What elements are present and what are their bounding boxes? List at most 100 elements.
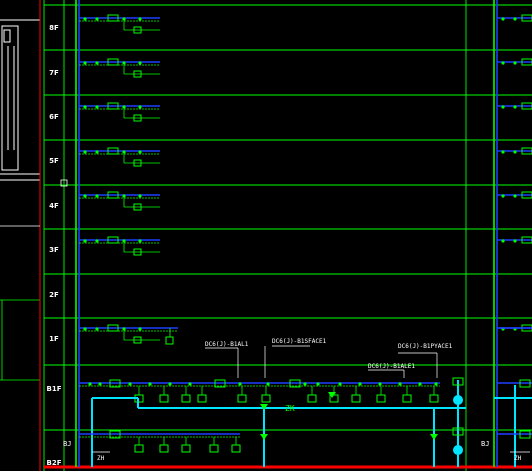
floor-label-2f: 2F (49, 291, 59, 299)
device-dot (83, 194, 87, 198)
device-box (197, 394, 207, 403)
floor-string (79, 58, 532, 78)
device-dot (513, 150, 517, 154)
floor-device-strings (79, 14, 532, 345)
device-dot (122, 150, 126, 154)
device-box (376, 394, 386, 403)
riser-tag-b1sface1: DC6(J)-B1SFACE1 (272, 338, 327, 345)
device-dot (168, 382, 172, 386)
device-dot (266, 382, 270, 386)
device-box (134, 444, 144, 453)
device-dot (95, 327, 99, 331)
vertical-risers (75, 0, 498, 467)
floor-label-8f: 8F (49, 24, 59, 32)
device-dot (83, 17, 87, 21)
riser-tag-b1al1: DC6(J)-B1AL1 (205, 341, 249, 348)
floor-string (79, 191, 532, 211)
device-dot (358, 382, 362, 386)
device-dot (338, 382, 342, 386)
device-dot (148, 382, 152, 386)
left-guide-lines (0, 0, 41, 471)
device-dot (188, 382, 192, 386)
b1f-device-row (134, 386, 439, 403)
device-dot (501, 17, 505, 21)
device-dot (513, 17, 517, 21)
device-dot (83, 239, 87, 243)
floor-label-7f: 7F (49, 69, 59, 77)
device-dot (95, 150, 99, 154)
device-dot (83, 61, 87, 65)
fire-alarm-riser-diagram[interactable] (0, 0, 532, 471)
device-dot (316, 382, 320, 386)
device-dot (513, 239, 517, 243)
device-box (351, 394, 361, 403)
device-dot (95, 105, 99, 109)
riser-tag-b1pyace1: DC6(J)-B1PYACE1 (398, 343, 453, 350)
device-box (237, 394, 247, 403)
device-dot (501, 239, 505, 243)
floor-string (79, 147, 532, 167)
device-dot (238, 382, 242, 386)
device-dot (513, 194, 517, 198)
floor-label-5f: 5F (49, 157, 59, 165)
device-dot (303, 382, 307, 386)
device-dot (501, 61, 505, 65)
zk-label: ZK (285, 404, 295, 413)
device-dot (95, 17, 99, 21)
device-dot (128, 382, 132, 386)
device-dot (398, 382, 402, 386)
device-box (231, 444, 241, 453)
device-dot (122, 327, 126, 331)
device-box (159, 444, 169, 453)
zh-label-right: ZH (514, 455, 522, 462)
device-box (159, 394, 169, 403)
floor-label-b2f: B2F (46, 459, 62, 467)
device-dot (501, 194, 505, 198)
floor-label-4f: 4F (49, 202, 59, 210)
valve-icon (430, 434, 438, 440)
device-dot (513, 61, 517, 65)
device-dot (95, 61, 99, 65)
valve-icon (260, 434, 268, 440)
cad-drawing-canvas[interactable]: 8F 7F 6F 5F 4F 3F 2F 1F B1F B2F DC6(J)-B… (0, 0, 532, 471)
device-box (181, 394, 191, 403)
riser-tag-b1ale1: DC6(J)-B1ALE1 (368, 363, 415, 370)
device-dot (138, 194, 142, 198)
b1f-bus (79, 379, 440, 388)
device-dot (138, 239, 142, 243)
device-dot (378, 382, 382, 386)
device-box (209, 444, 219, 453)
device-dot (501, 105, 505, 109)
device-dot (83, 327, 87, 331)
device-dot (138, 150, 142, 154)
device-dot (98, 382, 102, 386)
device-dot (513, 105, 517, 109)
device-box (261, 394, 271, 403)
floor-string (79, 236, 532, 256)
device-dot (138, 61, 142, 65)
device-dot (88, 382, 92, 386)
device-dot (83, 150, 87, 154)
device-box (181, 444, 191, 453)
floor-label-3f: 3F (49, 246, 59, 254)
device-box (429, 394, 439, 403)
device-dot (95, 194, 99, 198)
device-dot (122, 105, 126, 109)
bj-label-right: BJ (481, 440, 490, 448)
device-dot (122, 17, 126, 21)
tank-circle (453, 445, 463, 455)
device-dot (95, 239, 99, 243)
tank-circle (453, 395, 463, 405)
floor-label-6f: 6F (49, 113, 59, 121)
floor-string (79, 102, 532, 122)
floor-label-1f: 1F (49, 335, 59, 343)
basement-details (79, 345, 532, 467)
device-dot (122, 61, 126, 65)
device-dot (434, 382, 438, 386)
floor-label-b1f: B1F (46, 385, 62, 393)
device-dot (83, 105, 87, 109)
device-dot (138, 17, 142, 21)
device-dot (138, 327, 142, 331)
zh-label-left: ZH (97, 455, 105, 462)
device-dot (122, 194, 126, 198)
